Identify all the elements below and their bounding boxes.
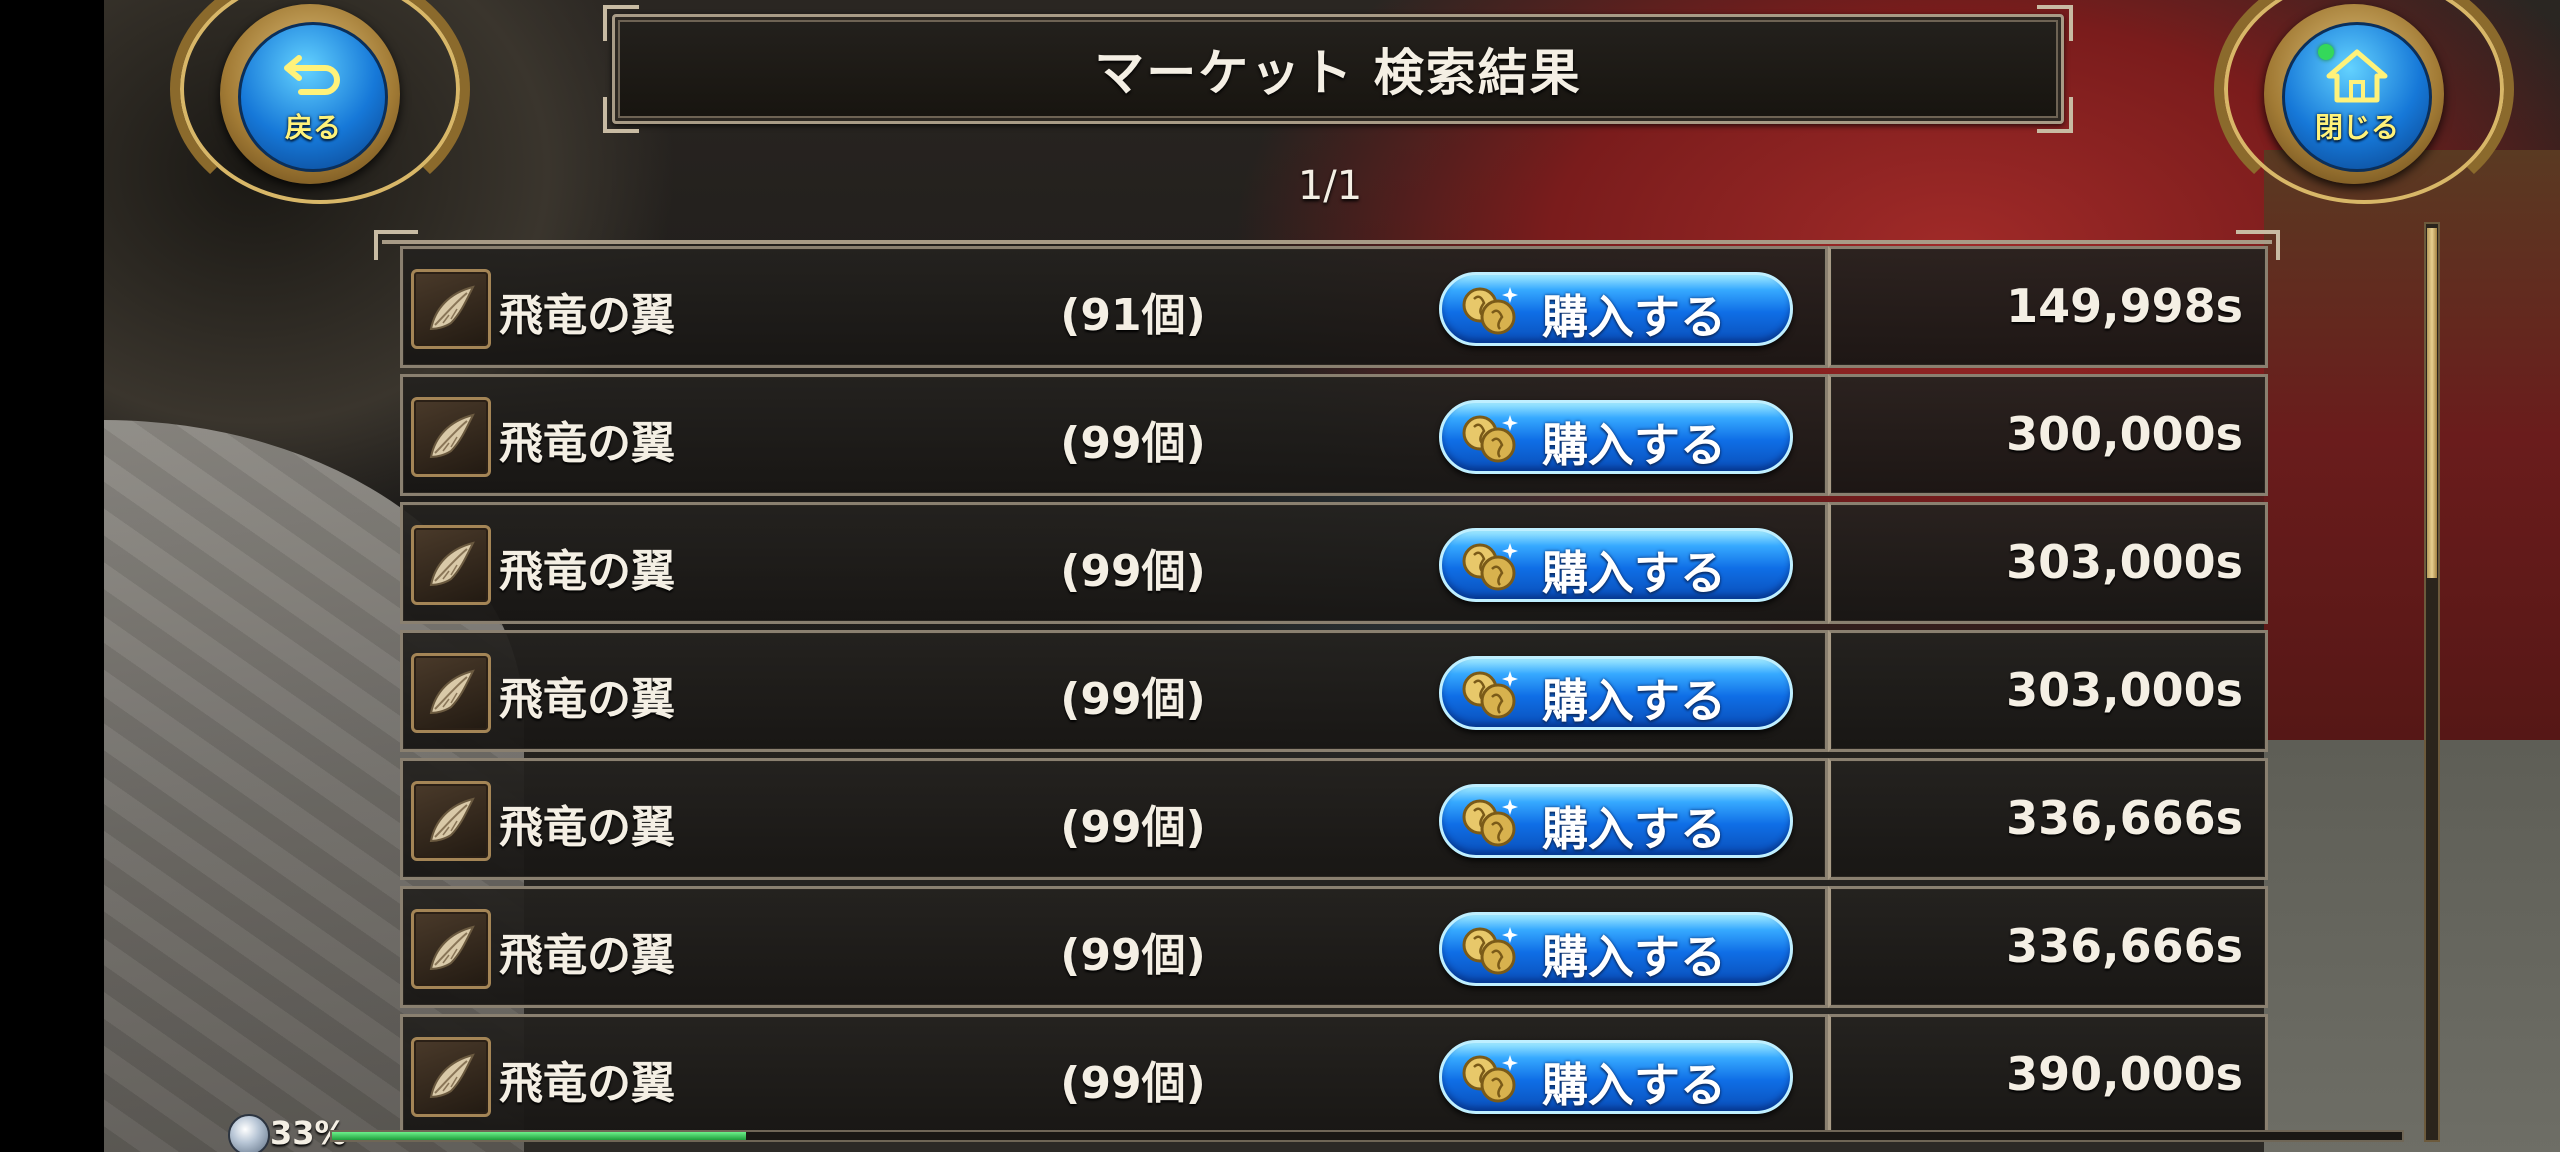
coins-icon (1462, 1055, 1518, 1103)
frame-corner (2037, 5, 2073, 41)
listing-main-cell: 飛竜の翼 (99個) 購入する (400, 374, 1828, 496)
listing-main-cell: 飛竜の翼 (99個) 購入する (400, 886, 1828, 1008)
experience-orb-icon (228, 1114, 270, 1152)
buy-button[interactable]: 購入する (1439, 912, 1793, 986)
coins-icon (1462, 671, 1518, 719)
frame-corner (2037, 97, 2073, 133)
return-arrow-icon (284, 55, 340, 95)
game-screen: 戻る 閉じる マーケット 検索結果 1/1 飛竜の翼 (91個) 購入する 14… (0, 0, 2560, 1152)
item-quantity: (99個) (1060, 418, 1206, 469)
listing-row: 飛竜の翼 (91個) 購入する 149,998s (400, 246, 2268, 368)
notification-dot (2318, 44, 2334, 60)
buy-button-label: 購入する (1542, 1058, 1726, 1112)
title-banner: マーケット 検索結果 (603, 5, 2073, 133)
item-quantity: (99個) (1060, 1058, 1206, 1109)
listing-price-cell: 336,666s (1828, 886, 2268, 1008)
listing-price-cell: 300,000s (1828, 374, 2268, 496)
buy-button-label: 購入する (1542, 802, 1726, 856)
item-price: 303,000s (2006, 535, 2243, 589)
scrollbar-thumb[interactable] (2427, 228, 2437, 578)
coins-icon (1462, 287, 1518, 335)
wing-feather-icon (411, 269, 491, 349)
back-button-face[interactable]: 戻る (238, 22, 388, 172)
listing-price-cell: 149,998s (1828, 246, 2268, 368)
item-name: 飛竜の翼 (499, 418, 675, 469)
item-price: 149,998s (2006, 279, 2243, 333)
buy-button[interactable]: 購入する (1439, 400, 1793, 474)
buy-button[interactable]: 購入する (1439, 272, 1793, 346)
listing-row: 飛竜の翼 (99個) 購入する 300,000s (400, 374, 2268, 496)
frame-corner (603, 97, 639, 133)
item-name: 飛竜の翼 (499, 674, 675, 725)
listing-row: 飛竜の翼 (99個) 購入する 336,666s (400, 886, 2268, 1008)
item-name: 飛竜の翼 (499, 546, 675, 597)
close-button[interactable]: 閉じる (2214, 0, 2514, 214)
listing-price-cell: 303,000s (1828, 502, 2268, 624)
page-title: マーケット 検索結果 (1094, 44, 1582, 102)
item-quantity: (99個) (1060, 930, 1206, 981)
close-button-face[interactable]: 閉じる (2282, 22, 2432, 172)
item-price: 336,666s (2006, 919, 2243, 973)
back-button[interactable]: 戻る (170, 0, 470, 214)
buy-button[interactable]: 購入する (1439, 528, 1793, 602)
listing-scrollbar[interactable] (2424, 222, 2440, 1142)
item-name: 飛竜の翼 (499, 290, 675, 341)
listing-price-cell: 336,666s (1828, 758, 2268, 880)
coins-icon (1462, 543, 1518, 591)
listing-main-cell: 飛竜の翼 (99個) 購入する (400, 502, 1828, 624)
experience-fill (332, 1132, 746, 1140)
frame-corner (603, 5, 639, 41)
page-indicator: 1/1 (1297, 163, 1363, 209)
listing-main-cell: 飛竜の翼 (99個) 購入する (400, 630, 1828, 752)
buy-button-label: 購入する (1542, 418, 1726, 472)
wing-feather-icon (411, 525, 491, 605)
item-quantity: (99個) (1060, 546, 1206, 597)
stone-ground (2264, 740, 2560, 1152)
wing-feather-icon (411, 781, 491, 861)
buy-button-label: 購入する (1542, 290, 1726, 344)
item-price: 390,000s (2006, 1047, 2243, 1101)
buy-button-label: 購入する (1542, 930, 1726, 984)
listing-price-cell: 303,000s (1828, 630, 2268, 752)
item-quantity: (99個) (1060, 802, 1206, 853)
back-button-label: 戻る (284, 111, 341, 144)
close-button-label: 閉じる (2314, 111, 2399, 144)
buy-button-label: 購入する (1542, 546, 1726, 600)
item-price: 300,000s (2006, 407, 2243, 461)
home-icon (2326, 49, 2388, 103)
experience-track (330, 1130, 2404, 1142)
wing-feather-icon (411, 909, 491, 989)
item-name: 飛竜の翼 (499, 930, 675, 981)
wing-feather-icon (411, 1037, 491, 1117)
buy-button[interactable]: 購入する (1439, 1040, 1793, 1114)
listing-row: 飛竜の翼 (99個) 購入する 303,000s (400, 502, 2268, 624)
item-price: 336,666s (2006, 791, 2243, 845)
item-quantity: (99個) (1060, 674, 1206, 725)
item-name: 飛竜の翼 (499, 802, 675, 853)
experience-bar: 33% (228, 1114, 2408, 1152)
coins-icon (1462, 799, 1518, 847)
listing-row: 飛竜の翼 (99個) 購入する 303,000s (400, 630, 2268, 752)
buy-button[interactable]: 購入する (1439, 784, 1793, 858)
item-quantity: (91個) (1060, 290, 1206, 341)
buy-button-label: 購入する (1542, 674, 1726, 728)
wing-feather-icon (411, 397, 491, 477)
coins-icon (1462, 927, 1518, 975)
wing-feather-icon (411, 653, 491, 733)
item-price: 303,000s (2006, 663, 2243, 717)
listing-row: 飛竜の翼 (99個) 購入する 336,666s (400, 758, 2268, 880)
buy-button[interactable]: 購入する (1439, 656, 1793, 730)
item-name: 飛竜の翼 (499, 1058, 675, 1109)
coins-icon (1462, 415, 1518, 463)
listing-main-cell: 飛竜の翼 (91個) 購入する (400, 246, 1828, 368)
listing-main-cell: 飛竜の翼 (99個) 購入する (400, 758, 1828, 880)
